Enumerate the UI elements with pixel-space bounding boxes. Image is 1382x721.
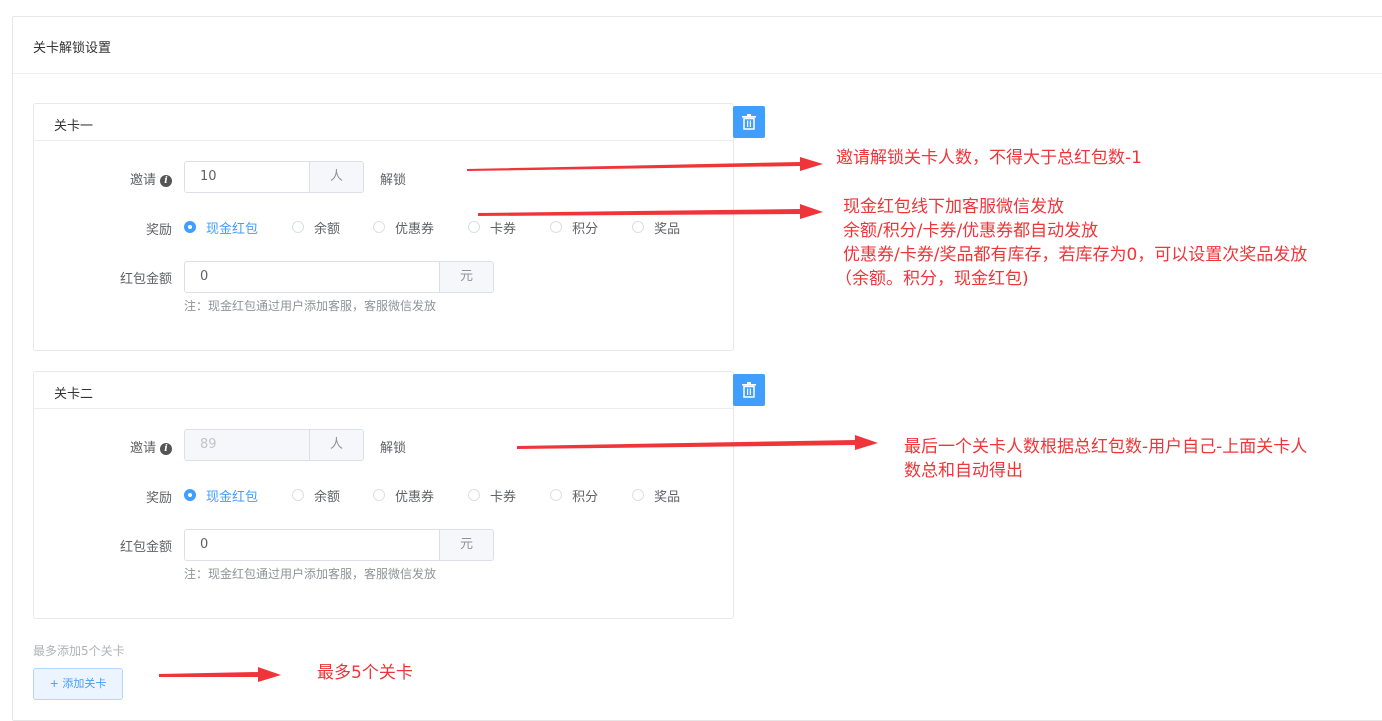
- annotation-line: 数总和自动得出: [904, 461, 1023, 481]
- annotation-line: 最后一个关卡人数根据总红包数-用户自己-上面关卡人: [904, 437, 1308, 457]
- annotation-invite-limit: 邀请解锁关卡人数，不得大于总红包数-1: [836, 148, 1142, 168]
- arrow-2: [478, 204, 823, 219]
- annotation-line: 现金红包线下加客服微信发放: [843, 197, 1064, 217]
- annotation-last-level: 最后一个关卡人数根据总红包数-用户自己-上面关卡人 数总和自动得出: [904, 435, 1307, 483]
- arrow-4: [159, 667, 281, 682]
- arrow-1: [467, 157, 823, 171]
- annotation-line: （余额。积分，现金红包): [835, 269, 1029, 289]
- annotation-reward-rules: 现金红包线下加客服微信发放 余额/积分/卡券/优惠券都自动发放 优惠券/卡券/奖…: [835, 195, 1308, 291]
- arrow-3: [517, 435, 878, 450]
- annotation-line: 余额/积分/卡券/优惠券都自动发放: [843, 221, 1099, 241]
- annotation-arrows: [159, 157, 878, 682]
- annotation-max-levels: 最多5个关卡: [317, 663, 413, 683]
- annotation-line: 优惠券/卡券/奖品都有库存，若库存为0，可以设置次奖品发放: [843, 245, 1308, 265]
